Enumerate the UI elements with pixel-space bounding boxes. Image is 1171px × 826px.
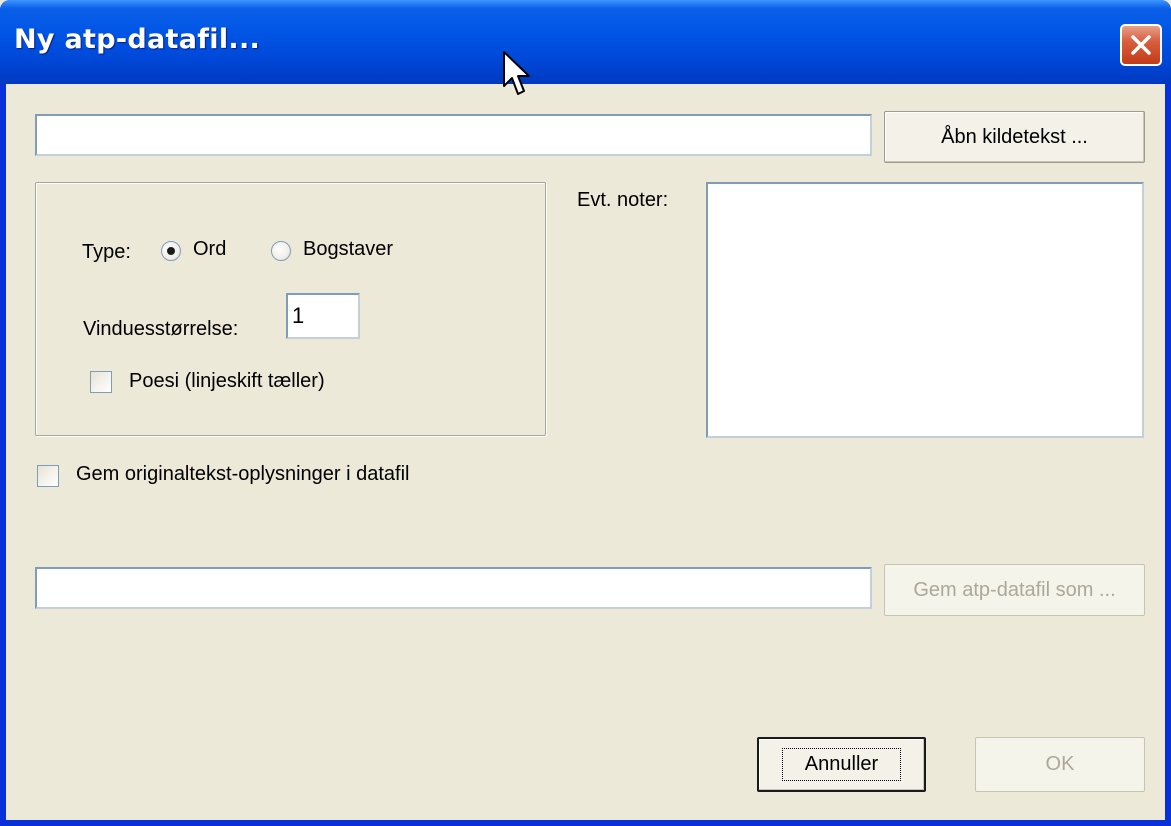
window-size-input[interactable] — [286, 293, 360, 339]
source-path-input[interactable] — [35, 114, 872, 156]
cancel-button-label: Annuller — [781, 748, 902, 781]
type-word-label[interactable]: Ord — [193, 238, 226, 261]
mouse-pointer-icon — [503, 51, 530, 95]
ok-button[interactable]: OK — [975, 737, 1145, 792]
close-icon — [1131, 35, 1151, 55]
open-source-button-label: Åbn kildetekst ... — [941, 125, 1088, 148]
cancel-button[interactable]: Annuller — [757, 737, 926, 792]
type-letters-radio[interactable] — [271, 241, 291, 261]
save-original-checkbox[interactable] — [37, 465, 59, 487]
title-bar[interactable]: Ny atp-datafil... — [0, 0, 1171, 95]
type-word-radio[interactable] — [161, 241, 181, 261]
type-letters-label[interactable]: Bogstaver — [303, 238, 393, 261]
window-title: Ny atp-datafil... — [14, 24, 261, 55]
poetry-label[interactable]: Poesi (linjeskift tæller) — [129, 370, 325, 393]
notes-label: Evt. noter: — [577, 189, 669, 211]
output-path-input[interactable] — [35, 567, 872, 609]
poetry-checkbox[interactable] — [90, 371, 112, 393]
notes-textarea[interactable] — [706, 182, 1144, 438]
radio-selected-dot — [167, 247, 175, 255]
ok-button-label: OK — [1045, 753, 1075, 775]
save-datafile-button-label: Gem atp-datafil som ... — [913, 578, 1116, 601]
open-source-button[interactable]: Åbn kildetekst ... — [884, 111, 1145, 163]
window-size-label: Vinduesstørrelse: — [83, 318, 239, 340]
save-original-label[interactable]: Gem originaltekst-oplysninger i datafil — [76, 463, 410, 486]
type-label: Type: — [82, 241, 131, 263]
dialog-window: Ny atp-datafil... Åbn kildetekst ... Typ… — [0, 0, 1171, 826]
close-button[interactable] — [1120, 24, 1162, 66]
save-datafile-button[interactable]: Gem atp-datafil som ... — [884, 564, 1145, 616]
options-group: Type: Ord Bogstaver Vinduesstørrelse: Po… — [35, 182, 546, 436]
